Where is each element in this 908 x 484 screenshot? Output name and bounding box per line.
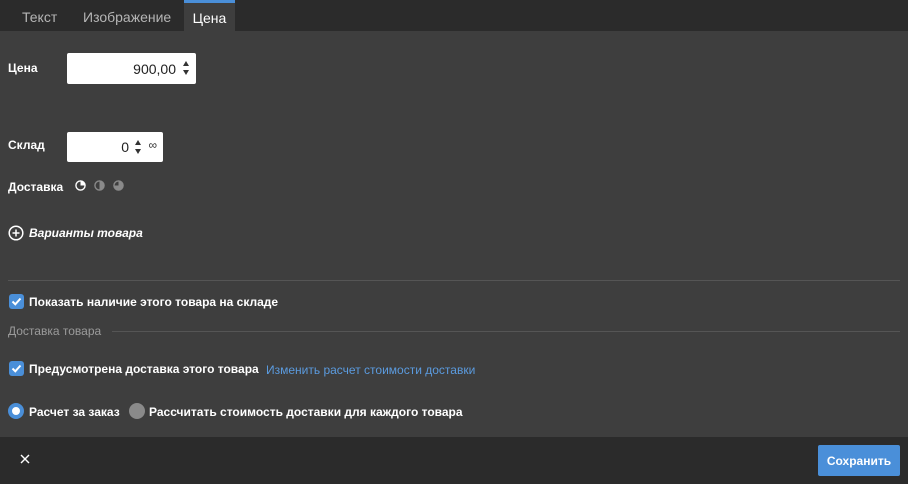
- section-divider: [112, 331, 900, 332]
- tab-price[interactable]: Цена: [184, 0, 235, 31]
- spin-down-icon[interactable]: [183, 70, 189, 75]
- delivery-provided-checkbox[interactable]: [9, 361, 24, 376]
- change-delivery-cost-link[interactable]: Изменить расчет стоимости доставки: [266, 363, 475, 377]
- radio-per-order[interactable]: [8, 403, 24, 419]
- delivery-label: Доставка: [8, 180, 64, 194]
- spin-up-icon[interactable]: [183, 61, 189, 66]
- spin-down-icon[interactable]: [135, 149, 141, 154]
- price-label: Цена: [8, 61, 38, 75]
- check-icon: [11, 297, 22, 306]
- show-stock-checkbox[interactable]: [9, 294, 24, 309]
- infinity-icon[interactable]: ∞: [148, 138, 157, 152]
- pie-quarter-icon[interactable]: [75, 180, 86, 191]
- check-icon: [11, 364, 22, 373]
- price-spinner[interactable]: [183, 59, 191, 77]
- save-button[interactable]: Сохранить: [818, 445, 900, 476]
- divider: [8, 280, 900, 281]
- tab-bar: Текст Изображение Цена: [0, 0, 908, 31]
- show-stock-label[interactable]: Показать наличие этого товара на складе: [29, 295, 278, 309]
- close-icon[interactable]: [18, 452, 32, 466]
- pie-three-quarter-icon[interactable]: [113, 180, 124, 191]
- radio-per-order-label[interactable]: Расчет за заказ: [29, 405, 120, 419]
- price-input[interactable]: 900,00: [67, 53, 196, 84]
- stock-input[interactable]: 0 ∞: [67, 132, 163, 162]
- stock-value: 0: [121, 139, 129, 155]
- price-value: 900,00: [133, 60, 176, 77]
- tab-image[interactable]: Изображение: [83, 0, 171, 31]
- variants-label: Варианты товара: [29, 226, 143, 240]
- radio-per-item-label[interactable]: Рассчитать стоимость доставки для каждог…: [149, 405, 463, 419]
- tab-text[interactable]: Текст: [22, 0, 57, 31]
- delivery-section-title: Доставка товара: [8, 324, 102, 338]
- radio-per-item[interactable]: [129, 403, 145, 419]
- footer-bar: Сохранить: [0, 437, 908, 484]
- pie-half-icon[interactable]: [94, 180, 105, 191]
- stock-spinner[interactable]: [135, 138, 143, 156]
- spin-up-icon[interactable]: [135, 140, 141, 145]
- stock-label: Склад: [8, 138, 45, 152]
- add-variants-button[interactable]: Варианты товара: [8, 225, 143, 241]
- plus-circle-icon: [8, 225, 24, 241]
- delivery-provided-label[interactable]: Предусмотрена доставка этого товара: [29, 362, 259, 376]
